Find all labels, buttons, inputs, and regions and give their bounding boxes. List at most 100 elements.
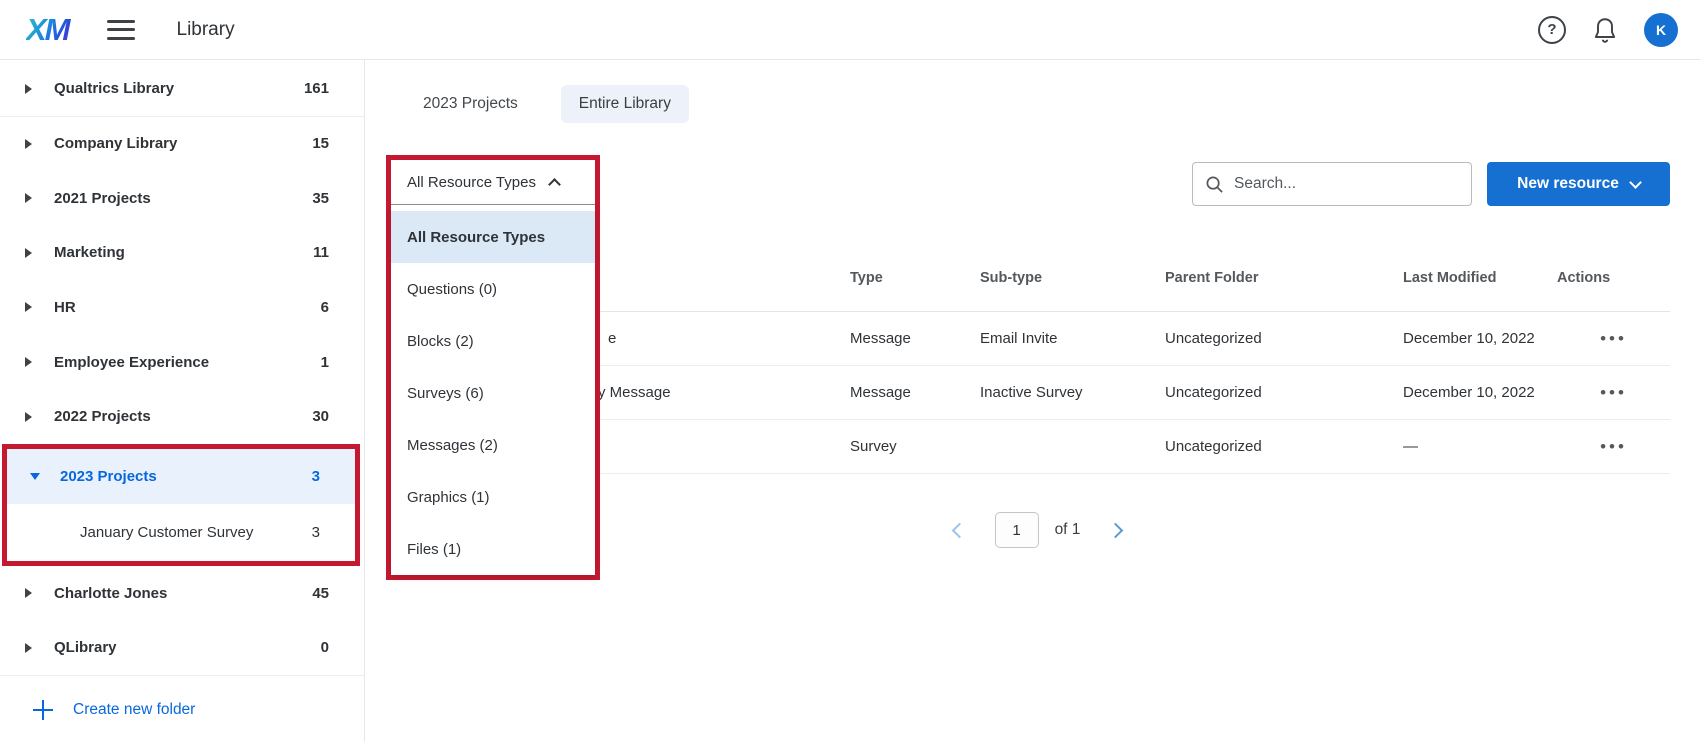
option-questions[interactable]: Questions (0) (391, 263, 595, 315)
create-folder-label: Create new folder (73, 701, 195, 719)
help-glyph: ? (1547, 21, 1556, 38)
option-blocks[interactable]: Blocks (2) (391, 315, 595, 367)
resource-name-partial: y Message (598, 384, 671, 401)
resource-type-options-menu: All Resource Types Questions (0) Blocks … (391, 205, 595, 575)
tab-entire-library[interactable]: Entire Library (561, 85, 689, 123)
new-resource-button[interactable]: New resource (1487, 162, 1670, 206)
cell-subtype: Email Invite (980, 330, 1165, 347)
folder-label: Qualtrics Library (54, 80, 174, 97)
cell-type: Survey (850, 438, 980, 455)
resource-type-filter-dropdown[interactable]: All Resource Types (391, 160, 595, 205)
cell-parent-folder: Uncategorized (1165, 384, 1403, 401)
cell-parent-folder: Uncategorized (1165, 438, 1403, 455)
sidebar-item-qlibrary[interactable]: QLibrary 0 (0, 620, 364, 675)
folder-count: 161 (304, 80, 329, 97)
new-resource-label: New resource (1517, 175, 1619, 193)
folder-count: 6 (321, 299, 329, 316)
avatar-initial: K (1656, 22, 1666, 38)
folder-count: 15 (312, 135, 329, 152)
sidebar-item-qualtrics-library[interactable]: Qualtrics Library 161 (0, 62, 364, 117)
sidebar-item-2023-projects[interactable]: 2023 Projects 3 (7, 449, 355, 504)
sidebar-divider (0, 675, 364, 676)
sidebar-item-2022-projects[interactable]: 2022 Projects 30 (0, 389, 364, 444)
option-surveys[interactable]: Surveys (6) (391, 367, 595, 419)
previous-page-chevron-icon[interactable] (951, 522, 967, 538)
cell-type: Message (850, 384, 980, 401)
folder-label: Marketing (54, 244, 125, 261)
hamburger-menu-icon[interactable] (107, 20, 135, 40)
option-all-resource-types[interactable]: All Resource Types (391, 211, 595, 263)
option-messages[interactable]: Messages (2) (391, 419, 595, 471)
cell-subtype: Inactive Survey (980, 384, 1165, 401)
folder-label: 2022 Projects (54, 408, 151, 425)
library-main-panel: 2023 Projects Entire Library New resourc… (365, 60, 1700, 742)
row-actions-menu-icon[interactable]: ••• (1557, 329, 1670, 349)
cell-last-modified: December 10, 2022 (1403, 384, 1557, 401)
notifications-bell-icon[interactable] (1592, 16, 1618, 44)
sidebar-item-company-library[interactable]: Company Library 15 (0, 117, 364, 172)
sidebar-item-2021-projects[interactable]: 2021 Projects 35 (0, 171, 364, 226)
caret-right-icon (25, 193, 32, 203)
library-folder-sidebar: Qualtrics Library 161 Company Library 15… (0, 60, 365, 742)
xm-logo: XM (26, 12, 75, 48)
annotation-red-box-sidebar: 2023 Projects 3 January Customer Survey … (2, 444, 360, 566)
sidebar-item-charlotte-jones[interactable]: Charlotte Jones 45 (0, 566, 364, 621)
folder-label: QLibrary (54, 639, 117, 656)
folder-count: 11 (313, 244, 329, 261)
folder-count: 0 (321, 639, 329, 656)
sidebar-item-marketing[interactable]: Marketing 11 (0, 226, 364, 281)
help-icon[interactable]: ? (1538, 16, 1566, 44)
column-header-type: Type (850, 270, 980, 286)
column-header-actions: Actions (1557, 270, 1670, 286)
row-actions-menu-icon[interactable]: ••• (1557, 383, 1670, 403)
caret-down-icon (30, 473, 40, 480)
caret-right-icon (25, 139, 32, 149)
page-title: Library (177, 19, 235, 41)
sidebar-item-hr[interactable]: HR 6 (0, 280, 364, 335)
page-number-input[interactable] (995, 512, 1039, 548)
chevron-up-icon (548, 178, 561, 191)
row-actions-menu-icon[interactable]: ••• (1557, 437, 1670, 457)
annotation-red-box-dropdown: All Resource Types All Resource Types Qu… (386, 155, 600, 580)
plus-icon (33, 700, 53, 720)
option-files[interactable]: Files (1) (391, 523, 595, 575)
avatar[interactable]: K (1644, 13, 1678, 47)
caret-right-icon (25, 412, 32, 422)
next-page-chevron-icon[interactable] (1108, 522, 1124, 538)
search-input[interactable] (1234, 175, 1444, 193)
page-count-label: of 1 (1055, 521, 1081, 539)
create-new-folder-button[interactable]: Create new folder (0, 690, 364, 742)
chevron-down-icon (1629, 176, 1642, 189)
folder-label: Company Library (54, 135, 177, 152)
folder-count: 3 (312, 524, 320, 541)
cell-type: Message (850, 330, 980, 347)
library-tabs: 2023 Projects Entire Library (405, 85, 689, 123)
caret-right-icon (25, 588, 32, 598)
caret-right-icon (25, 84, 32, 94)
folder-label: Employee Experience (54, 354, 209, 371)
search-box[interactable] (1192, 162, 1472, 206)
column-header-parent-folder: Parent Folder (1165, 270, 1403, 286)
resource-name-partial: e (608, 330, 616, 347)
folder-label: 2023 Projects (60, 468, 157, 485)
folder-count: 30 (312, 408, 329, 425)
tab-2023-projects[interactable]: 2023 Projects (405, 85, 536, 123)
folder-count: 3 (312, 468, 320, 485)
column-header-subtype: Sub-type (980, 270, 1165, 286)
folder-count: 45 (312, 585, 329, 602)
cell-last-modified: December 10, 2022 (1403, 330, 1557, 347)
caret-right-icon (25, 357, 32, 367)
sidebar-item-january-customer-survey[interactable]: January Customer Survey 3 (7, 504, 355, 561)
folder-label: HR (54, 299, 76, 316)
cell-last-modified: — (1403, 438, 1557, 455)
sidebar-item-employee-experience[interactable]: Employee Experience 1 (0, 335, 364, 390)
caret-right-icon (25, 302, 32, 312)
option-graphics[interactable]: Graphics (1) (391, 471, 595, 523)
dropdown-trigger-label: All Resource Types (407, 174, 536, 191)
caret-right-icon (25, 248, 32, 258)
folder-count: 1 (321, 354, 329, 371)
folder-label: 2021 Projects (54, 190, 151, 207)
folder-count: 35 (312, 190, 329, 207)
top-bar: XM Library ? K (0, 0, 1700, 60)
caret-right-icon (25, 643, 32, 653)
